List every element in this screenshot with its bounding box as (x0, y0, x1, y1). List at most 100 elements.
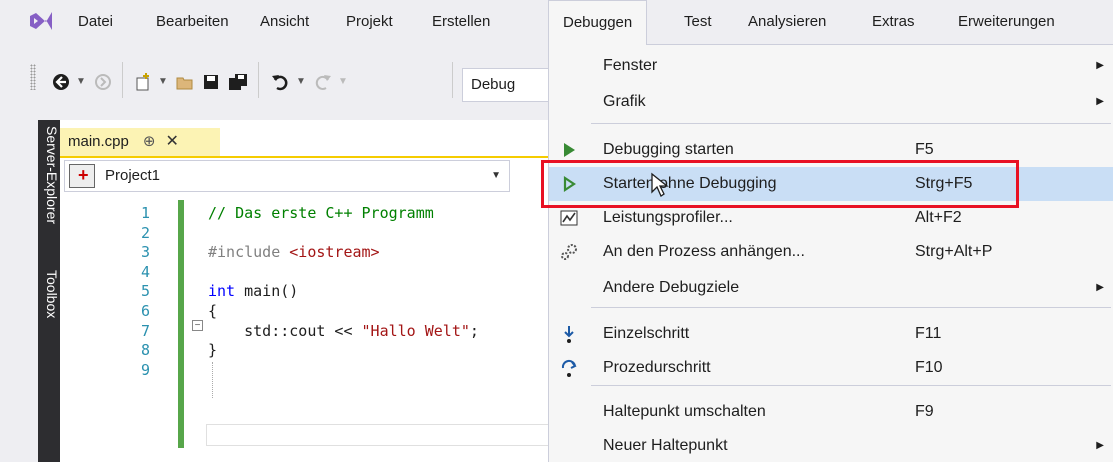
cpp-project-icon (69, 160, 95, 190)
save-all-icon[interactable] (226, 72, 250, 92)
attach-process-icon (559, 242, 579, 262)
code-token: #include (208, 243, 290, 262)
submenu-arrow-icon: ▶ (1096, 60, 1104, 71)
project-navigation-combo[interactable]: Project1 ▼ (64, 160, 510, 192)
menu-item-an-den-prozess-anhängen[interactable]: An den Prozess anhängen... Strg+Alt+P (549, 235, 1113, 269)
line-number: 8 (140, 341, 150, 360)
code-token: { (208, 302, 218, 320)
back-dropdown-arrow-icon[interactable]: ▼ (76, 72, 86, 92)
menu-item-haltepunkt-umschalten[interactable]: Haltepunkt umschalten F9 (549, 395, 1113, 429)
toolbar-separator (258, 62, 259, 98)
menu-item-grafik[interactable]: Grafik ▶ (549, 85, 1113, 119)
change-tracking-bar (178, 200, 184, 448)
menu-erweiterungen[interactable]: Erweiterungen (958, 0, 1055, 44)
menu-ansicht[interactable]: Ansicht (260, 0, 309, 44)
code-line[interactable]: #include <iostream> (208, 243, 548, 263)
new-project-icon[interactable] (132, 72, 154, 92)
menu-debuggen[interactable]: Debuggen (548, 0, 648, 45)
navigate-forward-icon[interactable] (92, 72, 114, 92)
mouse-pointer-icon (651, 172, 669, 197)
chevron-down-icon[interactable]: ▼ (491, 161, 501, 191)
new-dropdown-arrow-icon[interactable]: ▼ (158, 72, 168, 92)
menu-item-label: Fenster (603, 57, 658, 74)
current-line-highlight (206, 424, 550, 446)
code-line[interactable]: { (208, 302, 548, 322)
pin-tab-icon[interactable]: ⊕ (143, 133, 156, 150)
code-token: } (208, 341, 218, 360)
toolbar-separator (452, 62, 453, 98)
step-over-icon (559, 358, 579, 378)
line-number: 4 (140, 262, 150, 281)
undo-dropdown-arrow-icon[interactable]: ▼ (296, 72, 306, 92)
navigate-back-icon[interactable] (50, 72, 72, 92)
menu-item-label: Einzelschritt (603, 325, 690, 342)
toolbar-grip[interactable] (30, 64, 36, 90)
toolbox-tab[interactable]: Toolbox (38, 266, 60, 336)
submenu-arrow-icon: ▶ (1096, 440, 1104, 451)
code-line[interactable]: std::cout << "Hallo Welt"; (208, 322, 548, 342)
collapse-outline-icon[interactable]: − (192, 320, 203, 331)
menu-test[interactable]: Test (684, 0, 712, 44)
code-line[interactable]: } (208, 341, 548, 361)
menu-item-shortcut: F11 (915, 325, 942, 342)
callout-highlight-box (541, 160, 1019, 208)
code-line[interactable]: // Das erste C++ Programm (208, 204, 548, 224)
menu-item-fenster[interactable]: Fenster ▶ (549, 49, 1113, 83)
code-line[interactable] (208, 224, 548, 244)
code-line[interactable] (208, 263, 548, 283)
menu-separator (591, 385, 1111, 386)
menu-item-einzelschritt[interactable]: Einzelschritt F11 (549, 317, 1113, 351)
save-icon[interactable] (200, 72, 222, 92)
menu-item-prozedurschritt[interactable]: Prozedurschritt F10 (549, 351, 1113, 385)
redo-dropdown-arrow-icon[interactable]: ▼ (338, 72, 348, 92)
menu-item-shortcut: F9 (915, 403, 934, 420)
code-token: // Das erste C++ Programm (208, 204, 434, 222)
line-number: 9 (140, 360, 150, 379)
step-into-icon (559, 324, 579, 344)
solution-configuration-combo[interactable]: Debug (462, 68, 552, 102)
menu-erstellen[interactable]: Erstellen (432, 0, 490, 44)
line-number: 7 (140, 321, 150, 340)
menu-separator (591, 307, 1111, 308)
close-tab-icon[interactable]: ✕ (165, 133, 178, 150)
menu-item-label: Prozedurschritt (603, 359, 711, 376)
code-token: main() (235, 282, 299, 301)
menu-datei[interactable]: Datei (78, 0, 113, 44)
code-token: int (208, 282, 236, 301)
menu-item-neuer-haltepunkt[interactable]: Neuer Haltepunkt ▶ (549, 429, 1113, 462)
tab-well-line (220, 156, 550, 158)
open-file-icon[interactable] (174, 72, 196, 92)
code-line[interactable]: int main() (208, 282, 548, 302)
menu-item-label: Neuer Haltepunkt (603, 437, 728, 454)
code-token: <iostream> (289, 243, 380, 262)
code-line[interactable] (208, 361, 548, 381)
line-number: 3 (140, 243, 150, 262)
code-token: ; (469, 321, 479, 340)
submenu-arrow-icon: ▶ (1096, 96, 1104, 107)
document-tab-main-cpp[interactable]: main.cpp ⊕ ✕ (60, 128, 220, 158)
play-filled-icon (559, 140, 579, 160)
code-token: "Hallo Welt" (361, 321, 470, 340)
submenu-arrow-icon: ▶ (1096, 282, 1104, 293)
line-number: 2 (140, 223, 150, 242)
menu-item-andere-debugziele[interactable]: Andere Debugziele ▶ (549, 271, 1113, 305)
profiler-icon (559, 208, 579, 228)
menu-item-shortcut: F10 (915, 359, 943, 376)
menu-projekt[interactable]: Projekt (346, 0, 393, 44)
menu-bearbeiten[interactable]: Bearbeiten (156, 0, 229, 44)
menu-item-label: Andere Debugziele (603, 279, 740, 296)
project-name: Project1 (105, 167, 161, 184)
redo-icon[interactable] (312, 72, 334, 92)
undo-icon[interactable] (268, 72, 292, 92)
document-tab-label: main.cpp (68, 133, 129, 150)
line-number: 1 (140, 204, 150, 222)
menu-separator (591, 123, 1111, 124)
server-explorer-tab[interactable]: Server-Explorer (38, 122, 60, 258)
toolbar-separator (122, 62, 123, 98)
menu-item-label: Grafik (603, 93, 646, 110)
menu-extras[interactable]: Extras (872, 0, 915, 44)
menu-analysieren[interactable]: Analysieren (748, 0, 826, 44)
line-number: 5 (140, 282, 150, 301)
menu-item-shortcut: Strg+Alt+P (915, 243, 993, 260)
debuggen-dropdown-menu: Fenster ▶ Grafik ▶ Debugging starten F5 Starte… (548, 44, 1113, 462)
